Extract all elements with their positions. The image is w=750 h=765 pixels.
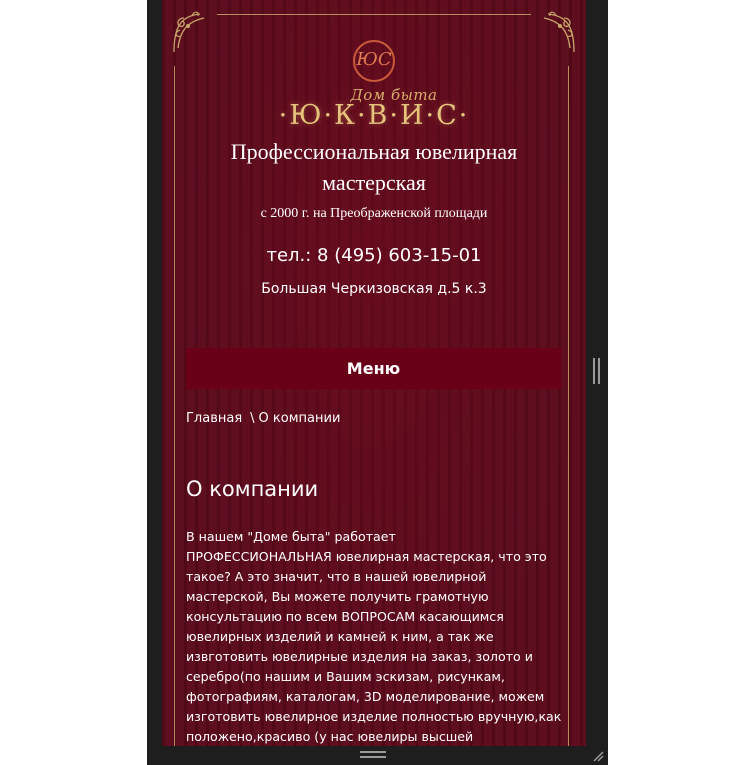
bottom-resize-bar: [147, 746, 608, 765]
site-logo[interactable]: ЮС Дом быта ·Ю·К·В·И·С·: [162, 40, 586, 131]
ornament-border-top: [217, 14, 531, 15]
vertical-resize-grip[interactable]: [593, 358, 600, 384]
logo-brand-name: ·Ю·К·В·И·С·: [278, 100, 470, 131]
logo-monogram: ЮС: [353, 40, 395, 82]
about-paragraph: В нашем "Доме быта" работает ПРОФЕССИОНА…: [186, 529, 562, 744]
breadcrumb-current: О компании: [258, 411, 341, 426]
site-since: с 2000 г. на Преображенской площади: [260, 206, 488, 221]
ornament-border-left: [174, 66, 175, 746]
horizontal-resize-grip[interactable]: [360, 751, 386, 758]
site-headline: Профессиональная ювелирная мастерская: [230, 139, 518, 195]
ornament-border-right: [568, 66, 569, 746]
browser-viewport: ЮС Дом быта ·Ю·К·В·И·С· Профессиональная…: [147, 0, 608, 765]
resize-corner-icon[interactable]: [592, 750, 604, 762]
menu-button[interactable]: Меню: [186, 348, 561, 389]
breadcrumb: Главная \ О компании: [186, 411, 340, 426]
breadcrumb-home-link[interactable]: Главная: [186, 411, 242, 426]
contact-phone[interactable]: тел.: 8 (495) 603-15-01: [162, 245, 586, 266]
page-title: О компании: [186, 477, 319, 501]
page-background: ЮС Дом быта ·Ю·К·В·И·С· Профессиональная…: [162, 0, 586, 746]
contact-address: Большая Черкизовская д.5 к.3: [261, 281, 487, 297]
breadcrumb-separator: \: [250, 411, 255, 426]
